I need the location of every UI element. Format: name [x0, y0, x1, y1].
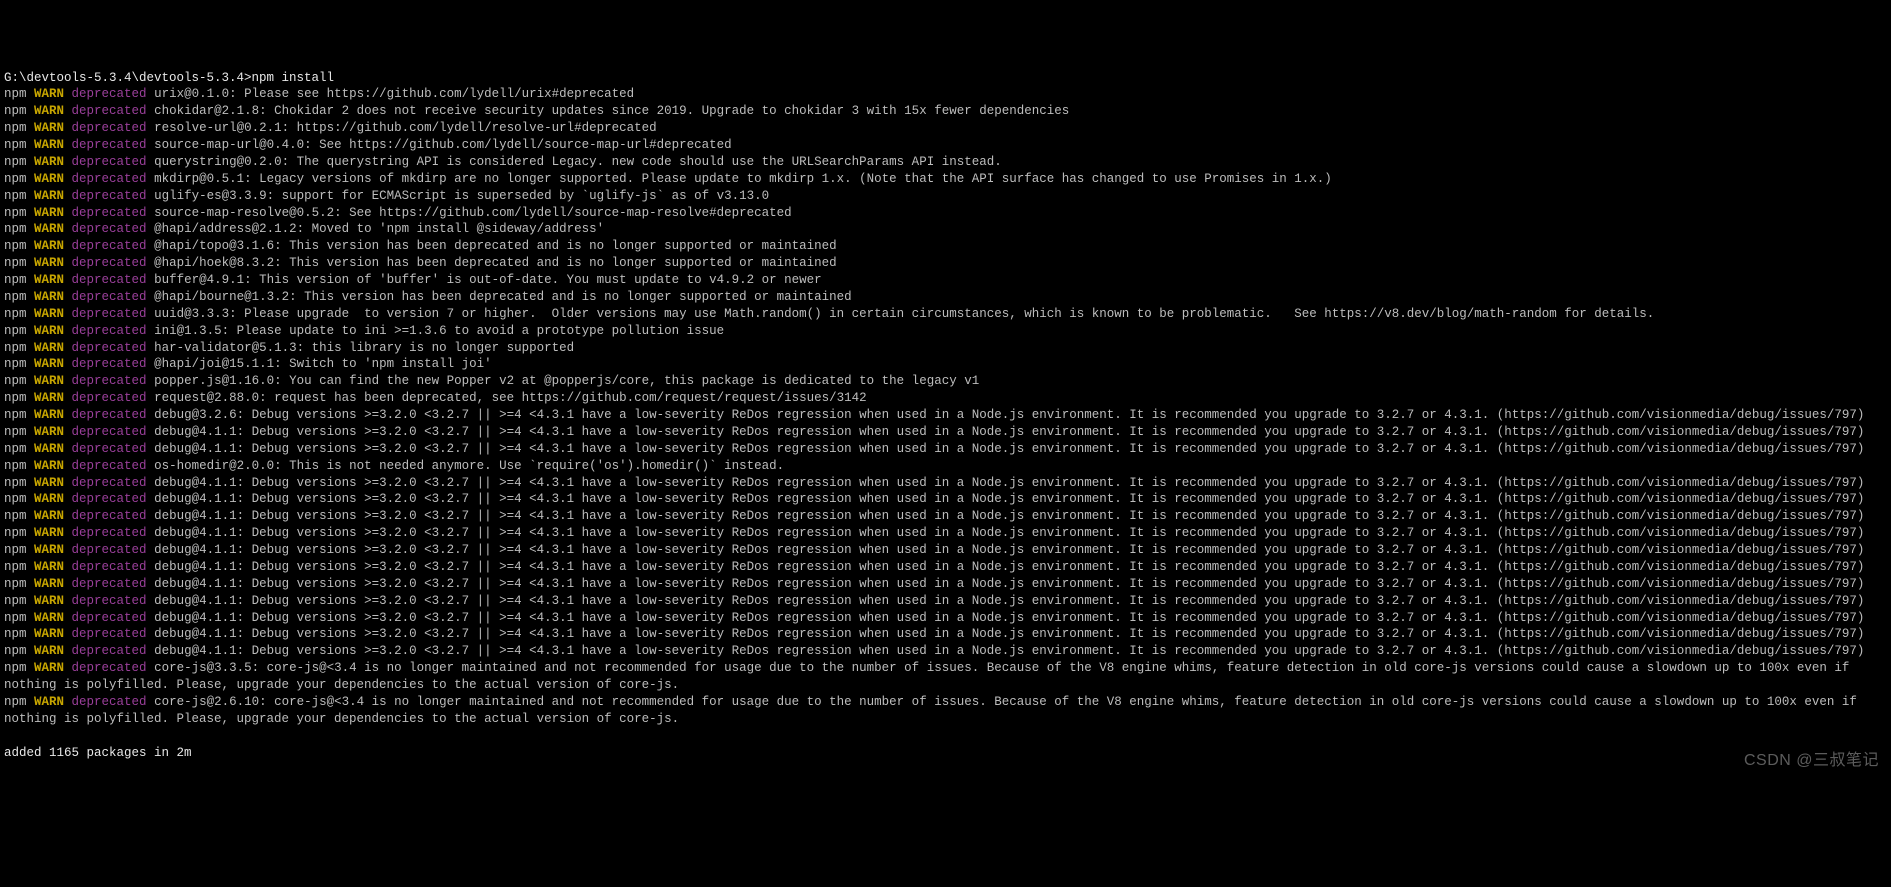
- log-line: npm WARN deprecated resolve-url@0.2.1: h…: [4, 120, 1887, 137]
- log-line: npm WARN deprecated core-js@3.3.5: core-…: [4, 660, 1887, 694]
- log-line: npm WARN deprecated buffer@4.9.1: This v…: [4, 272, 1887, 289]
- log-line: npm WARN deprecated debug@4.1.1: Debug v…: [4, 441, 1887, 458]
- log-line: npm WARN deprecated popper.js@1.16.0: Yo…: [4, 373, 1887, 390]
- log-line: npm WARN deprecated debug@4.1.1: Debug v…: [4, 576, 1887, 593]
- log-line: npm WARN deprecated debug@4.1.1: Debug v…: [4, 424, 1887, 441]
- log-line: npm WARN deprecated @hapi/address@2.1.2:…: [4, 221, 1887, 238]
- log-line: npm WARN deprecated debug@4.1.1: Debug v…: [4, 542, 1887, 559]
- log-line: npm WARN deprecated mkdirp@0.5.1: Legacy…: [4, 171, 1887, 188]
- log-line: npm WARN deprecated chokidar@2.1.8: Chok…: [4, 103, 1887, 120]
- log-line: npm WARN deprecated debug@4.1.1: Debug v…: [4, 475, 1887, 492]
- log-line: npm WARN deprecated debug@4.1.1: Debug v…: [4, 525, 1887, 542]
- log-line: npm WARN deprecated uglify-es@3.3.9: sup…: [4, 188, 1887, 205]
- log-line: npm WARN deprecated debug@4.1.1: Debug v…: [4, 610, 1887, 627]
- log-line: npm WARN deprecated source-map-resolve@0…: [4, 205, 1887, 222]
- log-line: npm WARN deprecated os-homedir@2.0.0: Th…: [4, 458, 1887, 475]
- log-line: [4, 728, 1887, 745]
- log-line: npm WARN deprecated debug@4.1.1: Debug v…: [4, 559, 1887, 576]
- log-line: npm WARN deprecated debug@4.1.1: Debug v…: [4, 508, 1887, 525]
- log-line: npm WARN deprecated @hapi/bourne@1.3.2: …: [4, 289, 1887, 306]
- log-line: npm WARN deprecated @hapi/joi@15.1.1: Sw…: [4, 356, 1887, 373]
- log-line: npm WARN deprecated core-js@2.6.10: core…: [4, 694, 1887, 728]
- log-line: added 1165 packages in 2m: [4, 745, 1887, 762]
- log-line: npm WARN deprecated @hapi/hoek@8.3.2: Th…: [4, 255, 1887, 272]
- log-line: npm WARN deprecated urix@0.1.0: Please s…: [4, 86, 1887, 103]
- log-line: npm WARN deprecated request@2.88.0: requ…: [4, 390, 1887, 407]
- log-line: npm WARN deprecated source-map-url@0.4.0…: [4, 137, 1887, 154]
- log-line: npm WARN deprecated debug@4.1.1: Debug v…: [4, 626, 1887, 643]
- log-line: npm WARN deprecated har-validator@5.1.3:…: [4, 340, 1887, 357]
- log-line: G:\devtools-5.3.4\devtools-5.3.4>npm ins…: [4, 70, 1887, 87]
- terminal-output: G:\devtools-5.3.4\devtools-5.3.4>npm ins…: [4, 70, 1887, 762]
- log-line: npm WARN deprecated querystring@0.2.0: T…: [4, 154, 1887, 171]
- log-line: npm WARN deprecated uuid@3.3.3: Please u…: [4, 306, 1887, 323]
- log-line: npm WARN deprecated @hapi/topo@3.1.6: Th…: [4, 238, 1887, 255]
- log-line: npm WARN deprecated debug@4.1.1: Debug v…: [4, 491, 1887, 508]
- log-line: npm WARN deprecated debug@4.1.1: Debug v…: [4, 643, 1887, 660]
- watermark: CSDN @三叔笔记: [1744, 750, 1879, 772]
- log-line: npm WARN deprecated debug@4.1.1: Debug v…: [4, 593, 1887, 610]
- log-line: npm WARN deprecated debug@3.2.6: Debug v…: [4, 407, 1887, 424]
- log-line: npm WARN deprecated ini@1.3.5: Please up…: [4, 323, 1887, 340]
